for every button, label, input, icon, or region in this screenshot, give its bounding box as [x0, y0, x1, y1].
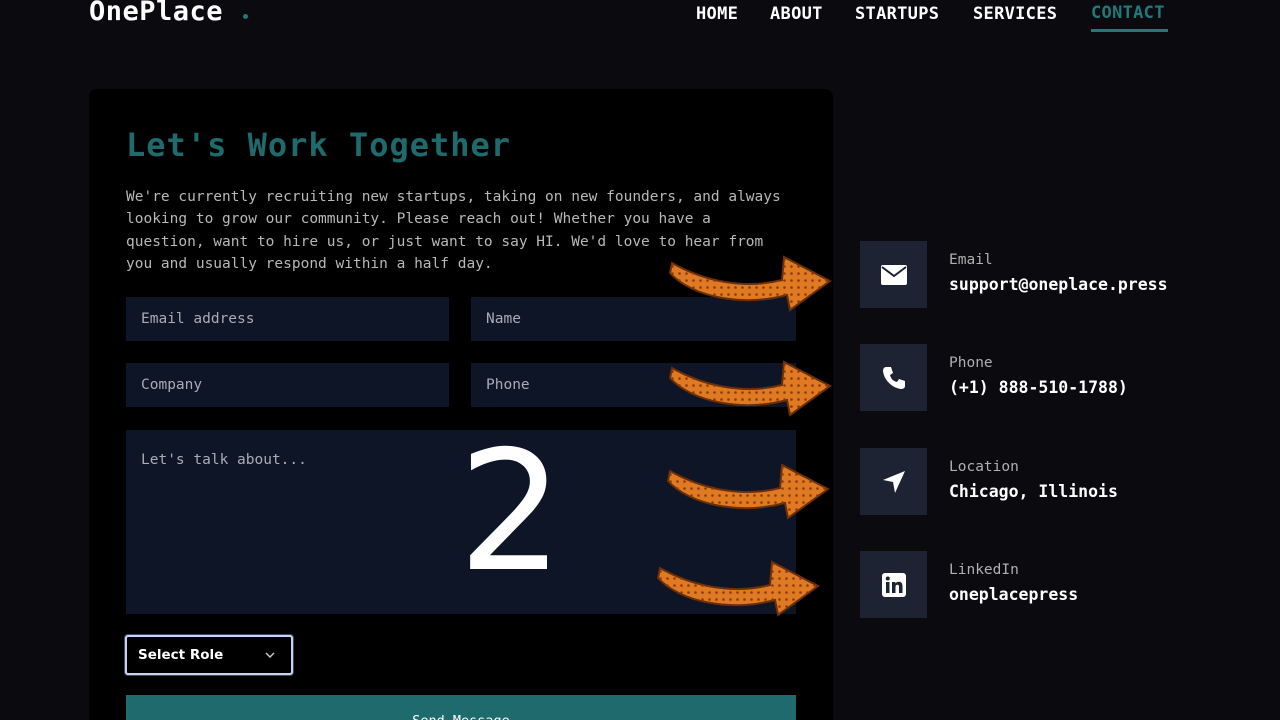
chevron-down-icon [265, 652, 275, 658]
send-message-button[interactable]: Send Message [126, 695, 796, 720]
email-field[interactable] [126, 297, 449, 341]
overlay-number: 2 [458, 416, 564, 609]
contact-linkedin[interactable]: LinkedIn oneplacepress [860, 551, 1180, 618]
contact-value[interactable]: (+1) 888-510-1788) [949, 378, 1128, 397]
contact-value[interactable]: Chicago, Illinois [949, 482, 1118, 501]
arrow-icon [668, 360, 832, 417]
arrow-icon [666, 463, 830, 520]
nav-services[interactable]: SERVICES [973, 4, 1057, 24]
main-nav: HOME ABOUT STARTUPS SERVICES CONTACT [0, 3, 1280, 44]
location-arrow-icon [860, 448, 927, 515]
role-select[interactable]: Select Role [125, 635, 293, 675]
envelope-icon [860, 241, 927, 308]
contact-email[interactable]: Email support@oneplace.press [860, 241, 1180, 308]
nav-startups[interactable]: STARTUPS [855, 4, 939, 24]
role-select-label: Select Role [138, 647, 224, 663]
nav-contact[interactable]: CONTACT [1091, 3, 1165, 23]
contact-value[interactable]: oneplacepress [949, 585, 1078, 604]
nav-about[interactable]: ABOUT [770, 4, 823, 24]
contact-phone[interactable]: Phone (+1) 888-510-1788) [860, 344, 1180, 411]
page-title: Let's Work Together [126, 126, 512, 164]
arrow-icon [656, 560, 820, 617]
contact-value[interactable]: support@oneplace.press [949, 275, 1168, 294]
intro-line: looking to grow our community. Please re… [126, 211, 711, 228]
contact-label: Email [949, 252, 993, 268]
contact-label: Location [949, 459, 1019, 475]
company-field[interactable] [126, 363, 449, 407]
arrow-icon [668, 255, 832, 312]
contact-label: LinkedIn [949, 562, 1019, 578]
phone-icon [860, 344, 927, 411]
linkedin-icon [860, 551, 927, 618]
contact-label: Phone [949, 355, 993, 371]
contact-location[interactable]: Location Chicago, Illinois [860, 448, 1180, 515]
intro-line: We're currently recruiting new startups,… [126, 189, 781, 205]
nav-active-underline [1091, 29, 1168, 32]
nav-home[interactable]: HOME [696, 4, 738, 24]
